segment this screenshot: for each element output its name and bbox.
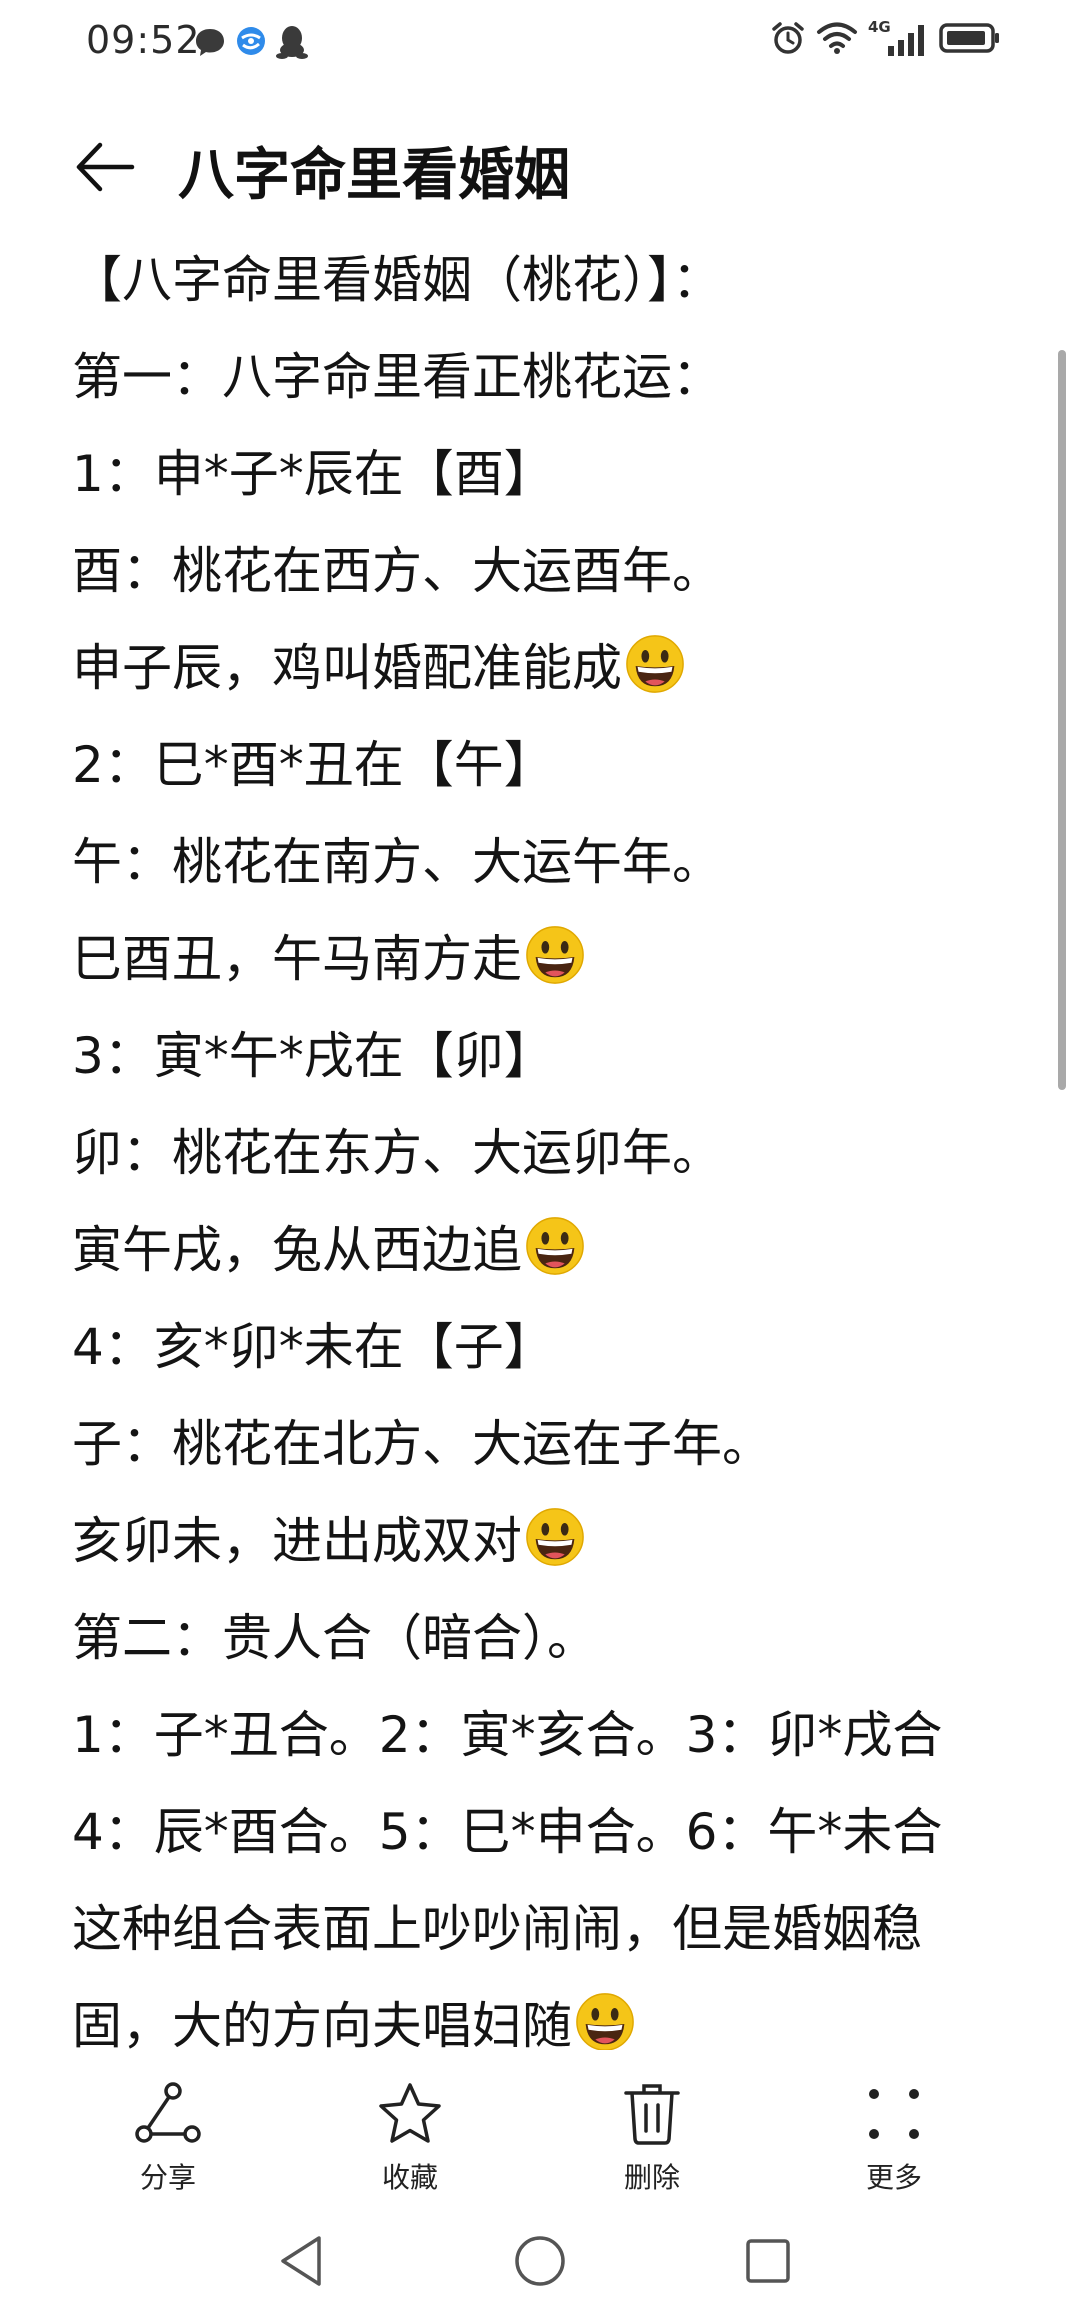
cellular-signal-icon: 4G [868, 18, 928, 58]
content-line-text: 【八字命里看婚姻（桃花）】： [72, 251, 722, 309]
content-line: 4：辰*酉合。5：巳*申合。6：午*未合 [72, 1784, 1012, 1881]
share-label: 分享 [139, 2161, 196, 2194]
content-line: 【八字命里看婚姻（桃花）】： [72, 232, 1012, 329]
content-line: 卯：桃花在东方、大运卯年。 [72, 1105, 1012, 1202]
share-button[interactable]: 分享 [88, 2078, 248, 2196]
note-content[interactable]: 【八字命里看婚姻（桃花）】： 第一：八字命里看正桃花运： 1：申*子*辰在【酉】酉：… [72, 232, 1012, 2052]
favorite-button[interactable]: 收藏 [330, 2078, 490, 2196]
content-line: 1：申*子*辰在【酉】 [72, 426, 1012, 523]
content-line: 酉：桃花在西方、大运酉年。 [72, 523, 1012, 620]
arrow-left-icon [74, 139, 138, 199]
content-line: 3：寅*午*戌在【卯】 [72, 1008, 1012, 1105]
delete-label: 删除 [623, 2161, 680, 2194]
status-icons: 4G [770, 18, 1002, 60]
content-line-text: 午：桃花在南方、大运午年。 [72, 833, 722, 891]
content-line-text: 固，大的方向夫唱妇随 [72, 1997, 572, 2052]
content-line-text: 寅午戌，兔从西边追 [72, 1221, 522, 1279]
more-button[interactable]: 更多 [814, 2078, 974, 2196]
grinning-face-emoji [524, 1503, 586, 1566]
star-icon [374, 2078, 446, 2150]
battery-icon [938, 20, 1002, 60]
recents-square-icon [743, 2236, 793, 2290]
more-dots-icon [858, 2078, 930, 2150]
page-title: 八字命里看婚姻 [178, 143, 570, 208]
qq-penguin-icon [276, 24, 308, 60]
content-line: 第二：贵人合（暗合）。 [72, 1590, 1012, 1687]
content-line-text: 第二：贵人合（暗合）。 [72, 1609, 597, 1667]
back-button[interactable] [66, 134, 146, 204]
content-line-text: 子：桃花在北方、大运在子年。 [72, 1415, 772, 1473]
chat-bubble-icon [192, 24, 228, 60]
bottom-toolbar: 分享 收藏 删除 更多 [0, 2050, 1080, 2210]
content-line-text: 1：子*丑合。2：寅*亥合。3：卯*戌合 [72, 1706, 943, 1764]
status-bar: 09:52 4G [0, 0, 1080, 84]
content-line-text: 这种组合表面上吵吵闹闹，但是婚姻稳 [72, 1900, 922, 1958]
share-icon [132, 2078, 204, 2150]
content-line: 午：桃花在南方、大运午年。 [72, 814, 1012, 911]
trash-icon [616, 2078, 688, 2150]
content-line-text: 酉：桃花在西方、大运酉年。 [72, 542, 722, 600]
content-line: 巳酉丑，午马南方走 [72, 911, 1012, 1008]
content-line: 1：子*丑合。2：寅*亥合。3：卯*戌合 [72, 1687, 1012, 1784]
content-line: 亥卯未，进出成双对 [72, 1493, 1012, 1590]
grinning-face-emoji [574, 1988, 636, 2051]
content-line-text: 卯：桃花在东方、大运卯年。 [72, 1124, 722, 1182]
content-line-text: 亥卯未，进出成双对 [72, 1512, 522, 1570]
content-line: 寅午戌，兔从西边追 [72, 1202, 1012, 1299]
nav-home-button[interactable] [500, 2228, 580, 2298]
content-line: 2：巳*酉*丑在【午】 [72, 717, 1012, 814]
content-line-text: 4：亥*卯*未在【子】 [72, 1318, 554, 1376]
nav-back-button[interactable] [262, 2228, 342, 2298]
back-triangle-icon [277, 2234, 327, 2292]
content-line: 固，大的方向夫唱妇随 [72, 1978, 1012, 2052]
wifi-icon [816, 20, 858, 60]
alarm-icon [770, 20, 806, 60]
header: 八字命里看婚姻 [0, 120, 1080, 220]
content-line-text: 第一：八字命里看正桃花运： [72, 348, 722, 406]
content-line-text: 3：寅*午*戌在【卯】 [72, 1027, 554, 1085]
grinning-face-emoji [624, 630, 686, 693]
content-line: 4：亥*卯*未在【子】 [72, 1299, 1012, 1396]
system-nav-bar [0, 2220, 1080, 2310]
content-line-text: 申子辰，鸡叫婚配准能成 [72, 639, 622, 697]
content-line: 这种组合表面上吵吵闹闹，但是婚姻稳 [72, 1881, 1012, 1978]
delete-button[interactable]: 删除 [572, 2078, 732, 2196]
grinning-face-emoji [524, 1212, 586, 1275]
status-time: 09:52 [86, 18, 201, 62]
content-line-text: 巳酉丑，午马南方走 [72, 930, 522, 988]
content-line: 第一：八字命里看正桃花运： [72, 329, 1012, 426]
content-line: 申子辰，鸡叫婚配准能成 [72, 620, 1012, 717]
home-circle-icon [513, 2234, 567, 2292]
content-line-text: 4：辰*酉合。5：巳*申合。6：午*未合 [72, 1803, 943, 1861]
more-label: 更多 [865, 2161, 922, 2194]
grinning-face-emoji [524, 921, 586, 984]
scrollbar-thumb[interactable] [1058, 350, 1066, 1090]
nav-recents-button[interactable] [728, 2228, 808, 2298]
favorite-label: 收藏 [381, 2161, 438, 2194]
content-line-text: 1：申*子*辰在【酉】 [72, 445, 554, 503]
browser-icon [234, 24, 268, 58]
content-line-text: 2：巳*酉*丑在【午】 [72, 736, 554, 794]
content-line: 子：桃花在北方、大运在子年。 [72, 1396, 1012, 1493]
